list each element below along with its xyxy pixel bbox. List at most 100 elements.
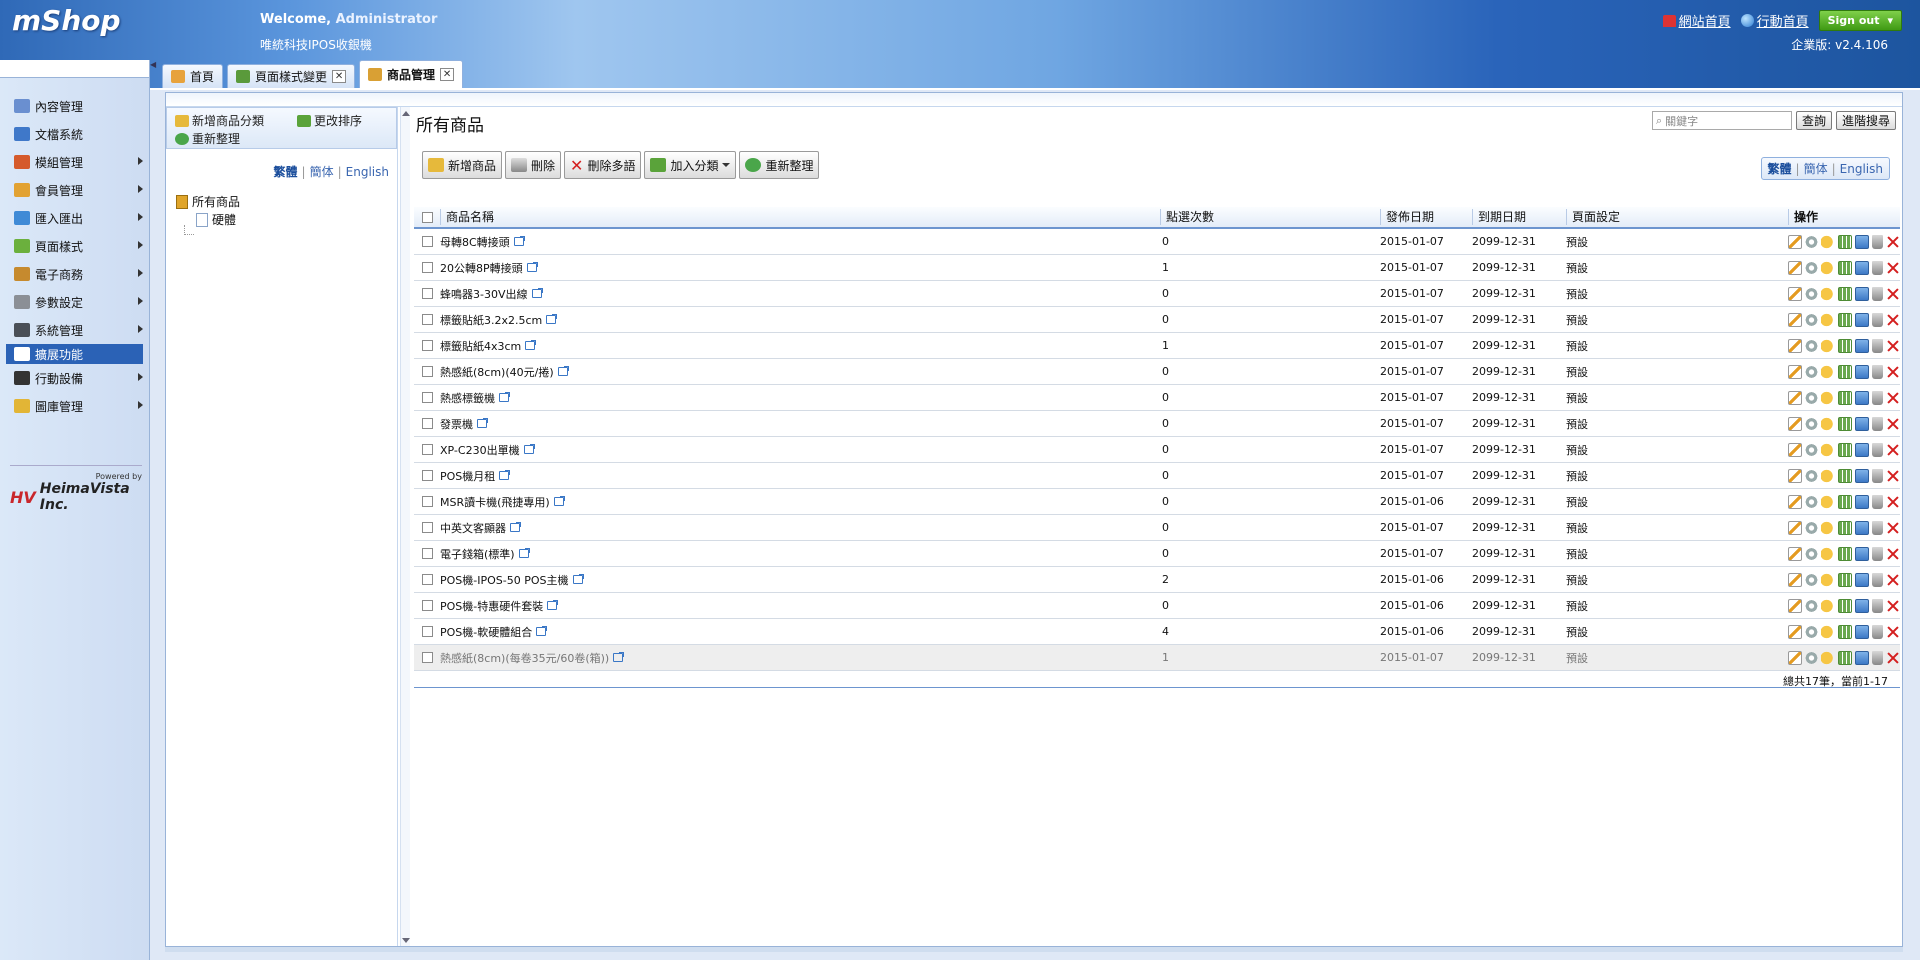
delete-icon[interactable] <box>1886 261 1900 275</box>
hand-icon[interactable] <box>1821 390 1836 405</box>
gear-icon[interactable] <box>1804 260 1819 275</box>
product-name-link[interactable]: 蜂鳴器3-30V出線 <box>440 286 528 302</box>
delete-icon[interactable] <box>1886 547 1900 561</box>
table-row[interactable]: 熱感紙(8cm)(40元/捲) 0 2015-01-07 2099-12-31 預設 <box>414 359 1900 385</box>
trash-icon[interactable] <box>1871 624 1884 639</box>
grid-icon[interactable] <box>1838 650 1852 665</box>
table-row[interactable]: 20公轉8P轉接頭 1 2015-01-07 2099-12-31 預設 <box>414 255 1900 281</box>
external-link-icon[interactable] <box>525 340 537 350</box>
hand-icon[interactable] <box>1821 364 1836 379</box>
sidebar-item[interactable]: 頁面樣式 <box>0 232 149 260</box>
hand-icon[interactable] <box>1821 442 1836 457</box>
hand-icon[interactable] <box>1821 260 1836 275</box>
grid-icon[interactable] <box>1838 364 1852 379</box>
trash-icon[interactable] <box>1871 286 1884 301</box>
table-row[interactable]: 母轉8C轉接頭 0 2015-01-07 2099-12-31 預設 <box>414 229 1900 255</box>
product-name-link[interactable]: 熱感標籤機 <box>440 390 495 406</box>
grid-icon[interactable] <box>1838 546 1852 561</box>
advanced-search-button[interactable]: 進階搜尋 <box>1835 111 1896 130</box>
gear-icon[interactable] <box>1804 624 1819 639</box>
trash-icon[interactable] <box>1871 442 1884 457</box>
grid-icon[interactable] <box>1838 234 1852 249</box>
edit-icon[interactable] <box>1788 520 1802 535</box>
edit-icon[interactable] <box>1788 494 1802 509</box>
hand-icon[interactable] <box>1821 338 1836 353</box>
lang-simp-link[interactable]: 簡体 <box>1804 162 1828 176</box>
grid-icon[interactable] <box>1838 494 1852 509</box>
sidebar-item[interactable]: 會員管理 <box>0 176 149 204</box>
column-header-page[interactable]: 頁面設定 <box>1566 209 1788 225</box>
row-checkbox[interactable] <box>421 626 433 637</box>
edit-icon[interactable] <box>1788 390 1802 405</box>
table-row[interactable]: POS機月租 0 2015-01-07 2099-12-31 預設 <box>414 463 1900 489</box>
row-checkbox[interactable] <box>421 470 433 481</box>
hand-icon[interactable] <box>1821 286 1836 301</box>
copy-icon[interactable] <box>1854 312 1869 327</box>
sign-out-button[interactable]: Sign out ▾ <box>1818 10 1902 31</box>
table-row[interactable]: 標籤貼紙3.2x2.5cm 0 2015-01-07 2099-12-31 預設 <box>414 307 1900 333</box>
copy-icon[interactable] <box>1854 624 1869 639</box>
column-header-clicks[interactable]: 點選次數 <box>1160 209 1380 225</box>
row-checkbox[interactable] <box>421 314 433 325</box>
external-link-icon[interactable] <box>510 522 521 532</box>
lang-simp-link[interactable]: 簡体 <box>310 165 334 179</box>
edit-icon[interactable] <box>1788 650 1802 665</box>
grid-icon[interactable] <box>1838 390 1852 405</box>
table-row[interactable]: MSR讀卡機(飛捷專用) 0 2015-01-06 2099-12-31 預設 <box>414 489 1900 515</box>
site-home-link[interactable]: 網站首頁 <box>1662 11 1731 30</box>
product-name-link[interactable]: 母轉8C轉接頭 <box>440 234 510 250</box>
product-name-link[interactable]: POS機-IPOS-50 POS主機 <box>440 572 569 588</box>
refresh-button[interactable]: 重新整理 <box>739 151 820 179</box>
copy-icon[interactable] <box>1854 598 1869 613</box>
delete-icon[interactable] <box>1886 651 1900 665</box>
edit-icon[interactable] <box>1788 468 1802 483</box>
trash-icon[interactable] <box>1871 234 1884 249</box>
lang-en-link[interactable]: English <box>346 165 389 179</box>
row-checkbox[interactable] <box>421 652 433 663</box>
external-link-icon[interactable] <box>557 366 569 376</box>
external-link-icon[interactable] <box>526 262 538 272</box>
sidebar-item[interactable]: 文檔系統 <box>0 120 149 148</box>
gear-icon[interactable] <box>1804 468 1819 483</box>
hand-icon[interactable] <box>1821 598 1836 613</box>
grid-icon[interactable] <box>1838 624 1852 639</box>
gear-icon[interactable] <box>1804 234 1819 249</box>
sidebar-item[interactable]: 匯入匯出 <box>0 204 149 232</box>
tab[interactable]: 首頁 <box>162 64 224 88</box>
tree-scrollbar[interactable] <box>400 107 410 947</box>
row-checkbox[interactable] <box>421 236 433 247</box>
table-row[interactable]: 中英文客顯器 0 2015-01-07 2099-12-31 預設 <box>414 515 1900 541</box>
external-link-icon[interactable] <box>553 496 565 506</box>
column-header-publish[interactable]: 發佈日期 <box>1380 209 1472 225</box>
edit-icon[interactable] <box>1788 312 1802 327</box>
sidebar-item[interactable]: 行動設備 <box>0 364 149 392</box>
hand-icon[interactable] <box>1821 572 1836 587</box>
copy-icon[interactable] <box>1854 260 1869 275</box>
row-checkbox[interactable] <box>421 392 433 403</box>
hand-icon[interactable] <box>1821 624 1836 639</box>
add-to-category-button[interactable]: 加入分類 <box>644 151 737 179</box>
delete-icon[interactable] <box>1886 625 1900 639</box>
scroll-down-icon[interactable] <box>402 938 410 943</box>
copy-icon[interactable] <box>1854 546 1869 561</box>
close-icon[interactable]: ✕ <box>332 70 347 83</box>
trash-icon[interactable] <box>1871 546 1884 561</box>
delete-icon[interactable] <box>1886 599 1900 613</box>
row-checkbox[interactable] <box>421 366 433 377</box>
change-order-button[interactable]: 更改排序 <box>297 112 362 129</box>
add-category-button[interactable]: 新增商品分類 <box>175 112 264 129</box>
delete-icon[interactable] <box>1886 417 1900 431</box>
external-link-icon[interactable] <box>477 418 488 428</box>
gear-icon[interactable] <box>1804 416 1819 431</box>
sidebar-collapse-icon[interactable]: ◀ <box>150 60 158 84</box>
edit-icon[interactable] <box>1788 234 1802 249</box>
sidebar-item[interactable]: 參數設定 <box>0 288 149 316</box>
trash-icon[interactable] <box>1871 468 1884 483</box>
copy-icon[interactable] <box>1854 650 1869 665</box>
edit-icon[interactable] <box>1788 364 1802 379</box>
product-name-link[interactable]: 電子錢箱(標準) <box>440 546 515 562</box>
edit-icon[interactable] <box>1788 624 1802 639</box>
grid-icon[interactable] <box>1838 572 1852 587</box>
sidebar-item[interactable]: 圖庫管理 <box>0 392 149 420</box>
product-name-link[interactable]: POS機月租 <box>440 468 495 484</box>
